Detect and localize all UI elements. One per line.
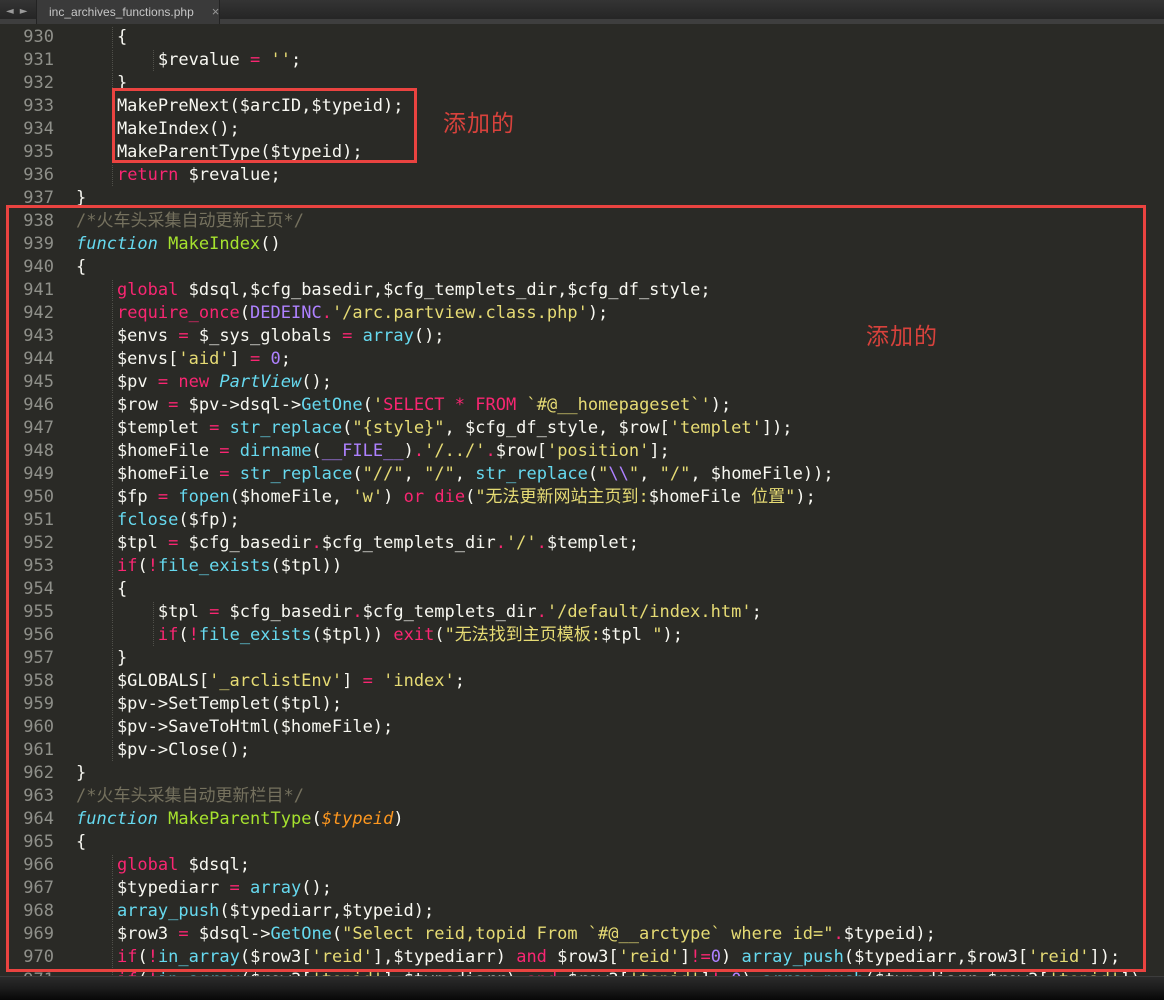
- nav-forward-icon[interactable]: ►: [20, 0, 28, 24]
- added-code-highlight-box-1: [112, 88, 417, 163]
- code-text: {: [76, 26, 127, 49]
- code-line: 936 return $revalue;: [0, 164, 1164, 187]
- tab-inc-archives-functions[interactable]: inc_archives_functions.php ×: [36, 0, 220, 24]
- line-number: 930: [0, 26, 54, 49]
- tab-close-icon[interactable]: ×: [212, 0, 220, 24]
- added-code-highlight-box-2: [6, 205, 1146, 972]
- code-line: 930 {: [0, 26, 1164, 49]
- tab-nav-controls: ◄ ►: [6, 0, 27, 24]
- line-number: 931: [0, 49, 54, 72]
- line-number: 932: [0, 72, 54, 95]
- code-text: $revalue = '';: [76, 49, 301, 72]
- editor-window: ◄ ► inc_archives_functions.php × 930 {93…: [0, 0, 1164, 1000]
- added-annotation-2: 添加的: [866, 317, 938, 351]
- code-line: 931 $revalue = '';: [0, 49, 1164, 72]
- line-number: 933: [0, 95, 54, 118]
- nav-back-icon[interactable]: ◄: [6, 0, 14, 24]
- added-annotation-1: 添加的: [443, 104, 515, 138]
- line-number: 936: [0, 164, 54, 187]
- tab-bar: ◄ ► inc_archives_functions.php ×: [0, 0, 1164, 24]
- bottom-bar: [0, 976, 1164, 1000]
- tab-title: inc_archives_functions.php: [37, 5, 194, 19]
- line-number: 934: [0, 118, 54, 141]
- code-text: return $revalue;: [76, 164, 281, 187]
- line-number: 935: [0, 141, 54, 164]
